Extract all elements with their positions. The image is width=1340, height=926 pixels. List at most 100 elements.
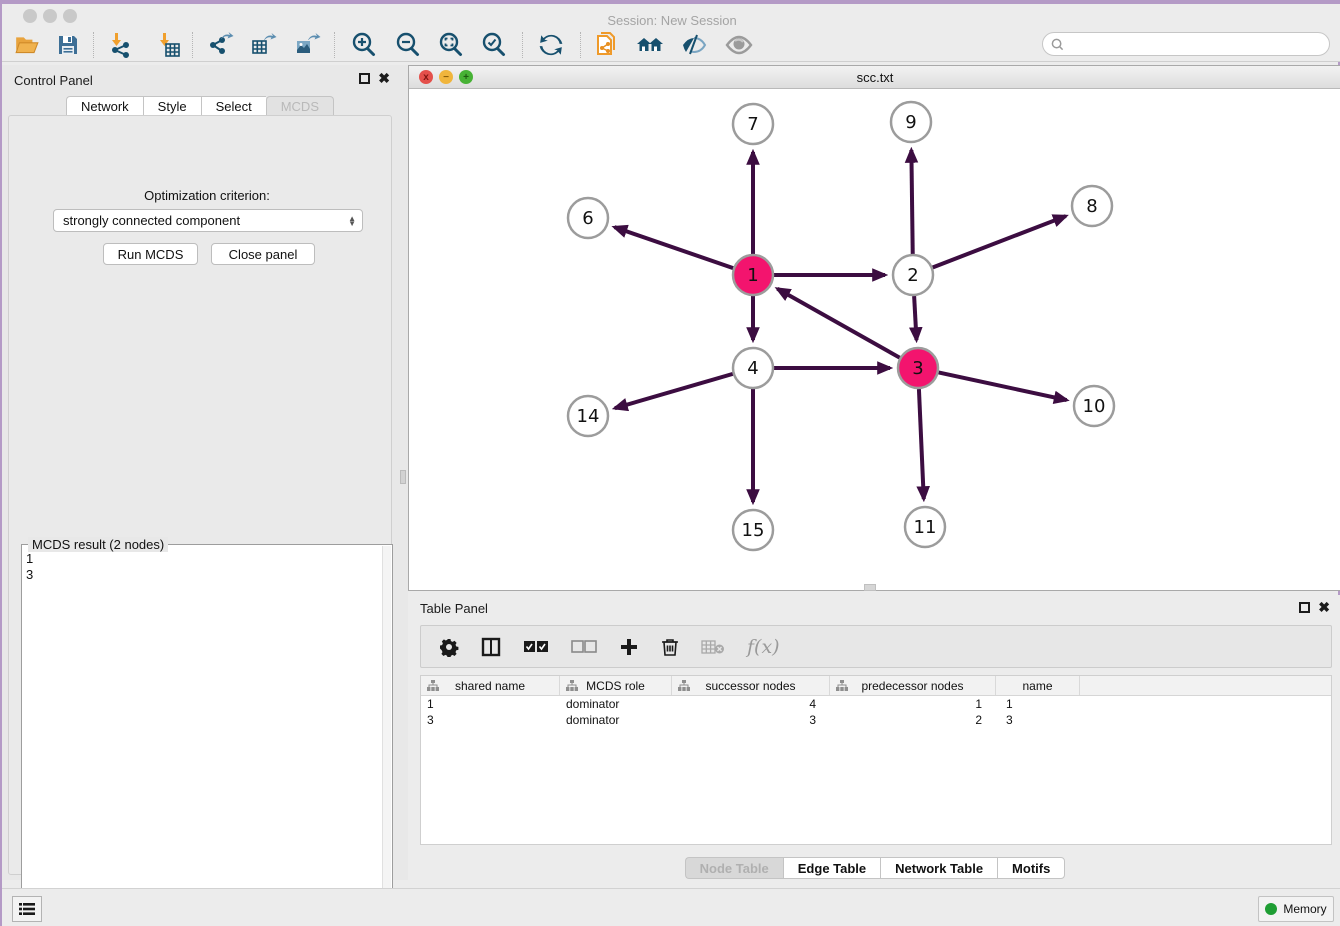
cell-mcds-role: dominator	[560, 696, 672, 712]
toggle-column-icon[interactable]	[481, 637, 501, 657]
close-panel-icon[interactable]: ✖	[1318, 599, 1330, 616]
panel-splitter[interactable]	[398, 65, 408, 880]
unselect-all-columns-icon[interactable]	[571, 640, 597, 654]
add-column-icon[interactable]	[619, 637, 639, 657]
graph-node-label: 4	[747, 358, 758, 379]
zoom-in-icon[interactable]	[347, 30, 381, 60]
function-builder-icon[interactable]: f(x)	[747, 636, 780, 658]
column-header-mcds-role[interactable]: MCDS role	[560, 676, 672, 695]
graph-node-label: 6	[582, 208, 593, 229]
mcds-panel: Optimization criterion: strongly connect…	[8, 115, 392, 875]
tab-motifs[interactable]: Motifs	[997, 857, 1065, 879]
column-header-name[interactable]: name	[996, 676, 1080, 695]
run-mcds-button[interactable]: Run MCDS	[103, 243, 198, 265]
tab-mcds[interactable]: MCDS	[266, 96, 334, 116]
criterion-select[interactable]: strongly connected component ▲▼	[53, 209, 363, 232]
zoom-selected-icon[interactable]	[477, 30, 511, 60]
tab-node-table[interactable]: Node Table	[685, 857, 783, 879]
table-panel: Table Panel ✖ f(x) shared name	[408, 595, 1340, 888]
delete-column-icon[interactable]	[661, 637, 679, 657]
open-session-icon[interactable]	[10, 30, 44, 60]
app-titlebar: Session: New Session	[2, 4, 1340, 28]
splitter-handle[interactable]	[400, 470, 406, 484]
cell-name: 3	[996, 712, 1080, 728]
column-header-predecessor-nodes[interactable]: predecessor nodes	[830, 676, 996, 695]
cell-predecessor-nodes: 1	[830, 696, 996, 712]
toolbar-separator	[334, 32, 335, 58]
zoom-fit-icon[interactable]	[434, 30, 468, 60]
table-row[interactable]: 3 dominator 3 2 3	[421, 712, 1331, 728]
float-window-icon[interactable]	[1299, 602, 1310, 613]
tab-network[interactable]: Network	[66, 96, 143, 116]
graph-edge-4-14[interactable]	[615, 374, 733, 408]
select-all-columns-icon[interactable]	[523, 640, 549, 654]
graph-node-label: 11	[914, 517, 937, 538]
column-header-shared-name[interactable]: shared name	[421, 676, 560, 695]
hide-graphics-icon[interactable]	[677, 30, 711, 60]
float-window-icon[interactable]	[359, 73, 370, 84]
column-header-successor-nodes[interactable]: successor nodes	[672, 676, 830, 695]
tab-network-table[interactable]: Network Table	[880, 857, 997, 879]
graph-node-label: 10	[1083, 396, 1106, 417]
node-table: shared name MCDS role successor nodes pr…	[420, 675, 1332, 845]
layout-refresh-icon[interactable]	[534, 30, 568, 60]
cell-name: 1	[996, 696, 1080, 712]
graph-node-label: 3	[912, 358, 923, 379]
cell-shared-name: 3	[421, 712, 560, 728]
close-panel-button[interactable]: Close panel	[211, 243, 315, 265]
search-field[interactable]	[1042, 32, 1330, 56]
export-network-icon[interactable]	[203, 30, 237, 60]
import-network-icon[interactable]	[103, 30, 137, 60]
cell-shared-name: 1	[421, 696, 560, 712]
toolbar-separator	[93, 32, 94, 58]
graph-edge-3-11[interactable]	[919, 389, 924, 499]
network-graph[interactable]: 1234678910111415	[409, 89, 1340, 590]
network-view-window: x − + scc.txt 1234678910111415	[408, 65, 1340, 591]
toolbar-separator	[522, 32, 523, 58]
save-session-icon[interactable]	[51, 30, 85, 60]
zoom-out-icon[interactable]	[391, 30, 425, 60]
table-panel-title: Table Panel	[420, 601, 488, 616]
table-row[interactable]: 1 dominator 4 1 1	[421, 696, 1331, 712]
graph-node-label: 2	[907, 265, 918, 286]
control-panel-tabs: Network Style Select MCDS	[2, 96, 398, 116]
app-title: Session: New Session	[2, 13, 1340, 28]
graph-node-label: 15	[742, 520, 765, 541]
graph-edge-2-9[interactable]	[911, 150, 912, 254]
delete-table-icon[interactable]	[701, 639, 725, 655]
tab-edge-table[interactable]: Edge Table	[783, 857, 880, 879]
control-panel-title: Control Panel	[14, 73, 93, 88]
graph-edge-2-3[interactable]	[914, 296, 916, 340]
tab-style[interactable]: Style	[143, 96, 201, 116]
network-window-titlebar[interactable]: x − + scc.txt	[409, 66, 1340, 89]
table-toolbar: f(x)	[420, 625, 1332, 668]
table-settings-gear-icon[interactable]	[439, 637, 459, 657]
clone-network-icon[interactable]	[590, 30, 624, 60]
graph-edge-3-10[interactable]	[939, 372, 1067, 400]
network-resize-handle[interactable]	[864, 584, 876, 591]
close-panel-icon[interactable]: ✖	[378, 70, 390, 87]
result-scrollbar[interactable]	[382, 546, 391, 924]
cell-successor-nodes: 3	[672, 712, 830, 728]
tab-select[interactable]: Select	[201, 96, 266, 116]
graph-edge-2-8[interactable]	[933, 216, 1066, 267]
graph-edge-1-6[interactable]	[614, 227, 733, 268]
optimization-criterion-label: Optimization criterion:	[9, 188, 405, 203]
table-panel-tabs: Node Table Edge Table Network Table Moti…	[408, 857, 1340, 879]
graph-node-label: 14	[577, 406, 600, 427]
graph-edge-3-1[interactable]	[777, 289, 899, 358]
search-input[interactable]	[1064, 37, 1329, 51]
import-table-icon[interactable]	[151, 30, 185, 60]
table-header-row: shared name MCDS role successor nodes pr…	[421, 676, 1331, 696]
memory-button[interactable]: Memory	[1258, 896, 1334, 922]
mcds-result-title: MCDS result (2 nodes)	[28, 537, 168, 552]
export-image-icon[interactable]	[291, 30, 325, 60]
search-icon	[1051, 38, 1064, 51]
birdseye-icon[interactable]	[722, 30, 756, 60]
select-stepper-icon: ▲▼	[348, 216, 356, 226]
first-neighbors-icon[interactable]	[633, 30, 667, 60]
toolbar-separator	[192, 32, 193, 58]
export-table-icon[interactable]	[247, 30, 281, 60]
task-history-button[interactable]	[12, 896, 42, 922]
mcds-result-text[interactable]: 1 3	[26, 551, 33, 583]
